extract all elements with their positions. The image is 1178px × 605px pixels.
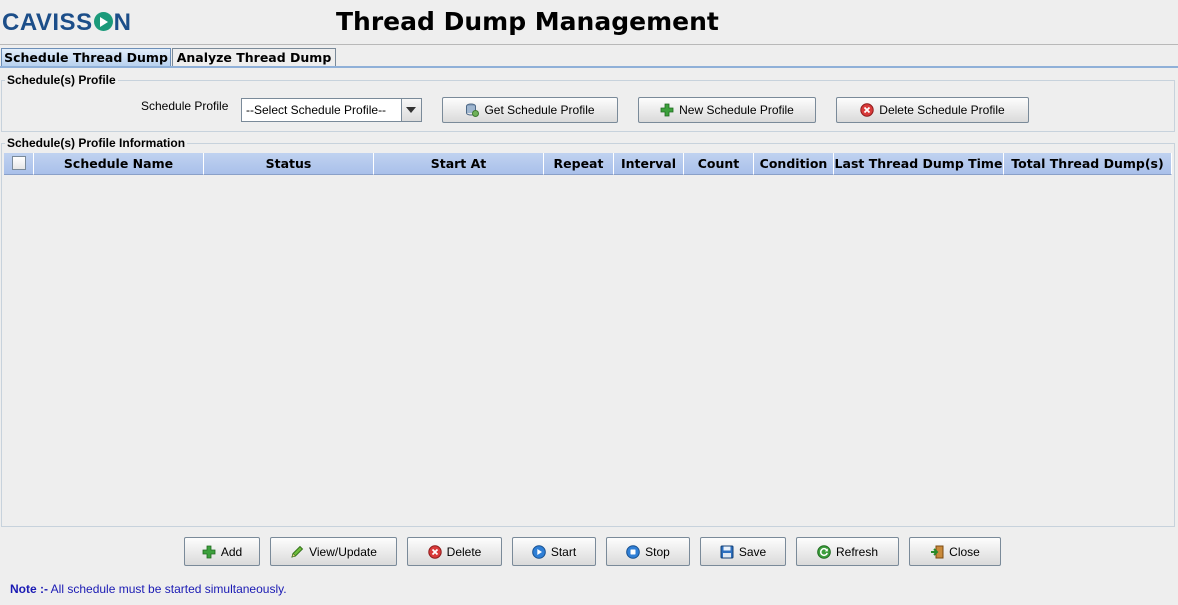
schedule-profile-information-legend: Schedule(s) Profile Information <box>5 136 188 150</box>
column-repeat[interactable]: Repeat <box>544 153 614 175</box>
new-schedule-profile-button[interactable]: New Schedule Profile <box>638 97 816 123</box>
refresh-label: Refresh <box>835 544 879 559</box>
add-button[interactable]: Add <box>184 537 260 566</box>
column-total-thread-dumps[interactable]: Total Thread Dump(s) <box>1004 153 1172 175</box>
delete-button[interactable]: Delete <box>407 537 502 566</box>
stop-label: Stop <box>645 544 670 559</box>
note-text: All schedule must be started simultaneou… <box>48 582 287 596</box>
column-last-thread-dump-time[interactable]: Last Thread Dump Time <box>834 153 1004 175</box>
refresh-button[interactable]: Refresh <box>796 537 899 566</box>
floppy-disk-icon <box>720 545 734 559</box>
view-update-label: View/Update <box>309 544 377 559</box>
dropdown-arrow-icon[interactable] <box>401 99 421 121</box>
delete-label: Delete <box>446 544 482 559</box>
note-prefix: Note :- <box>10 582 48 596</box>
delete-schedule-profile-label: Delete Schedule Profile <box>879 103 1005 117</box>
play-icon <box>532 544 546 559</box>
exit-door-icon <box>930 545 944 559</box>
close-label: Close <box>949 544 980 559</box>
new-schedule-profile-label: New Schedule Profile <box>679 103 794 117</box>
tab-strip-divider <box>0 66 1178 68</box>
schedule-profile-legend: Schedule(s) Profile <box>5 73 118 87</box>
schedule-table-header: Schedule Name Status Start At Repeat Int… <box>4 153 1172 175</box>
delete-icon <box>427 544 442 559</box>
select-all-checkbox[interactable] <box>11 156 26 170</box>
plus-icon <box>660 103 674 117</box>
database-icon <box>465 103 480 117</box>
get-schedule-profile-button[interactable]: Get Schedule Profile <box>442 97 618 123</box>
stop-button[interactable]: Stop <box>606 537 690 566</box>
add-label: Add <box>220 544 243 559</box>
column-status[interactable]: Status <box>204 153 374 175</box>
view-update-button[interactable]: View/Update <box>270 537 397 566</box>
tab-analyze-thread-dump[interactable]: Analyze Thread Dump <box>172 48 336 66</box>
column-condition[interactable]: Condition <box>754 153 834 175</box>
header-divider <box>0 44 1178 45</box>
delete-icon <box>860 103 874 117</box>
tab-schedule-thread-dump[interactable]: Schedule Thread Dump <box>1 48 171 66</box>
plus-icon <box>202 545 216 559</box>
logo-text-right: N <box>113 9 132 36</box>
save-label: Save <box>738 544 767 559</box>
stop-icon <box>626 544 640 559</box>
save-button[interactable]: Save <box>700 537 786 566</box>
start-button[interactable]: Start <box>512 537 596 566</box>
close-button[interactable]: Close <box>909 537 1001 566</box>
logo-o-icon <box>93 12 113 31</box>
schedule-table-body[interactable] <box>4 175 1172 525</box>
schedule-profile-select[interactable]: --Select Schedule Profile-- <box>241 98 422 122</box>
select-all-cell <box>4 153 34 175</box>
page-title: Thread Dump Management <box>336 7 719 36</box>
get-schedule-profile-label: Get Schedule Profile <box>484 103 595 117</box>
delete-schedule-profile-button[interactable]: Delete Schedule Profile <box>836 97 1029 123</box>
schedule-profile-label: Schedule Profile <box>141 99 229 113</box>
schedule-profile-select-value: --Select Schedule Profile-- <box>246 103 387 117</box>
column-start-at[interactable]: Start At <box>374 153 544 175</box>
logo-text-left: CAVISS <box>2 9 93 36</box>
refresh-icon <box>817 544 831 559</box>
start-label: Start <box>550 544 577 559</box>
pencil-icon <box>290 545 304 559</box>
cavisson-logo: CAVISS N <box>2 8 131 38</box>
column-interval[interactable]: Interval <box>614 153 684 175</box>
footer-note: Note :- All schedule must be started sim… <box>10 582 287 596</box>
column-schedule-name[interactable]: Schedule Name <box>34 153 204 175</box>
column-count[interactable]: Count <box>684 153 754 175</box>
